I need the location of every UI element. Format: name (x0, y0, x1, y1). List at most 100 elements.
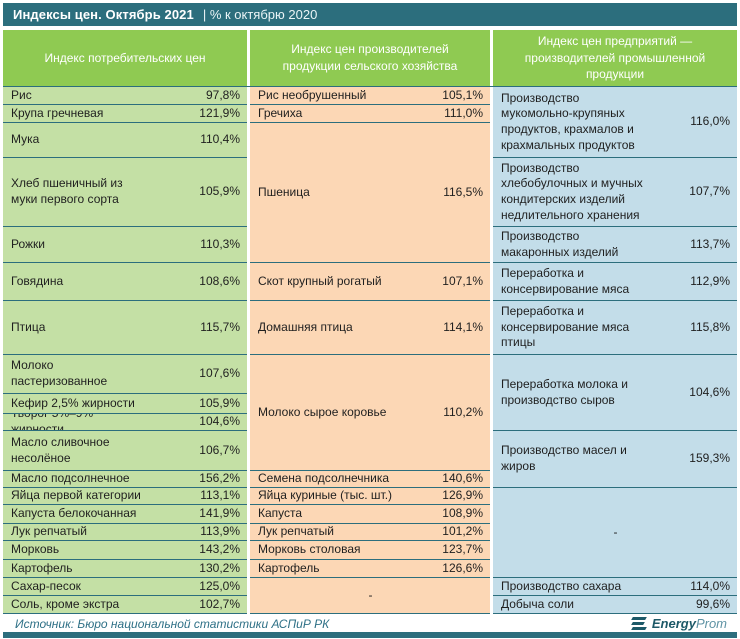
cell-label: Капуста белокочанная (11, 506, 136, 522)
table-cell: Производство мукомольно-крупяных продукт… (493, 87, 737, 158)
cell-value: 107,6% (199, 366, 240, 382)
cell-label: Переработка и консервирование мяса (501, 266, 643, 297)
table-cell: Картофель 126,6% (250, 560, 490, 578)
cell-label: Рис (11, 88, 32, 104)
cell-value: 101,2% (442, 524, 483, 540)
cell-label: Хлеб пшеничный из муки первого сорта (11, 176, 143, 207)
cell-label: Масло подсолнечное (11, 471, 130, 487)
cell-value: 126,6% (442, 561, 483, 577)
energyprom-logo-icon (632, 617, 647, 630)
cell-value: 114,1% (443, 320, 483, 336)
table-cell: Переработка и консервирование мяса птицы… (493, 301, 737, 355)
table-cell: - (493, 488, 737, 578)
energyprom-logo-text: EnergyProm (652, 616, 727, 631)
cell-label: Пшеница (258, 185, 310, 201)
cell-label: Производство сахара (501, 579, 621, 595)
cell-value: 97,8% (206, 88, 240, 104)
source-text: Источник: Бюро национальной статистики А… (15, 617, 329, 631)
table-cell: Лук репчатый 113,9% (3, 524, 247, 541)
cell-label: Соль, кроме экстра (11, 597, 119, 613)
cell-label: Творог 5%–9% жирности (11, 414, 143, 431)
cell-label: Молоко пастеризованное (11, 358, 143, 389)
infographic-page: Индексы цен. Октябрь 2021 | % к октябрю … (0, 0, 740, 639)
table-cell: Капуста108,9% (250, 505, 490, 524)
cell-label: Домашняя птица (258, 320, 353, 336)
cell-label: Яйца куриные (тыс. шт.) (258, 488, 392, 504)
table-cell: Лук репчатый 101,2% (250, 524, 490, 541)
cell-label: Производство мукомольно-крупяных продукт… (501, 91, 643, 153)
cell-label: Морковь столовая (258, 542, 361, 558)
cell-value: 125,0% (199, 579, 240, 595)
table-cell: Скот крупный рогатый107,1% (250, 263, 490, 301)
cell-value: 156,2% (199, 471, 240, 487)
cell-value: 141,9% (199, 506, 240, 522)
cell-label: Переработка молока и производство сыров (501, 377, 643, 408)
cell-label: - (369, 588, 373, 604)
table-cell: Соль, кроме экстра 102,7% (3, 596, 247, 614)
table-cell: Домашняя птица 114,1% (250, 301, 490, 355)
table-cell: Морковь столовая 123,7% (250, 541, 490, 560)
cell-label: Морковь (11, 542, 59, 558)
table-cell: Переработка молока и производство сыров1… (493, 355, 737, 431)
cell-label: Лук репчатый (11, 524, 87, 540)
table-cell: Говядина108,6% (3, 263, 247, 301)
cell-value: 110,2% (443, 405, 483, 421)
table-cell: Птица115,7% (3, 301, 247, 355)
cell-value: 105,1% (442, 88, 483, 104)
cell-value: 104,6% (199, 414, 240, 430)
cell-value: 99,6% (696, 597, 730, 613)
table-cell: Переработка и консервирование мяса 112,9% (493, 263, 737, 301)
cell-label: Лук репчатый (258, 524, 334, 540)
table-cell: Молоко сырое коровье 110,2% (250, 355, 490, 471)
cell-label: Переработка и консервирование мяса птицы (501, 304, 643, 351)
cell-value: 121,9% (199, 106, 240, 122)
cell-value: 113,7% (690, 237, 730, 253)
table-cell: Добыча соли 99,6% (493, 596, 737, 614)
cell-label: Кефир 2,5% жирности (11, 396, 135, 412)
column-header-agricultural-producer-price-index: Индекс цен производителей продукции сель… (250, 30, 490, 86)
cell-label: Производство хлебобулочных и мучных конд… (501, 161, 643, 223)
cell-label: Молоко сырое коровье (258, 405, 386, 421)
cell-label: Семена подсолнечника (258, 471, 389, 487)
cell-value: 108,6% (199, 274, 240, 290)
logo-text-bold: Energy (652, 616, 696, 631)
energyprom-logo: EnergyProm (632, 616, 727, 631)
cell-label: Рис необрушенный (258, 88, 366, 104)
table-cell: Морковь 143,2% (3, 541, 247, 560)
cell-value: 110,3% (200, 237, 240, 253)
cell-value: 113,9% (200, 524, 240, 540)
footer: Источник: Бюро национальной статистики А… (3, 614, 737, 632)
cell-value: 159,3% (689, 451, 730, 467)
table-cell: Рис 97,8% (3, 87, 247, 105)
table-cell: Масло сливочное несолёное106,7% (3, 431, 247, 471)
table-cell: Кефир 2,5% жирности 105,9% (3, 394, 247, 414)
cell-label: Производство макаронных изделий (501, 229, 643, 260)
cell-label: Производство масел и жиров (501, 443, 643, 474)
page-title: Индексы цен. Октябрь 2021 (13, 7, 194, 22)
table-cell: Пшеница 116,5% (250, 123, 490, 263)
cell-label: Добыча соли (501, 597, 574, 613)
cell-value: 114,0% (690, 579, 730, 595)
bottom-accent-bar (3, 632, 737, 638)
cell-label: Яйца первой категории (11, 488, 141, 504)
table-cell: Производство хлебобулочных и мучных конд… (493, 158, 737, 227)
cell-label: - (614, 525, 618, 541)
cell-value: 116,5% (443, 185, 483, 201)
cell-value: 116,0% (690, 114, 730, 130)
table-cell: Яйца первой категории 113,1% (3, 488, 247, 505)
logo-text-light: Prom (696, 616, 727, 631)
cell-value: 112,9% (690, 274, 730, 290)
table-body: Рис97,8%Крупа гречневая121,9%Мука110,4%Х… (3, 86, 737, 614)
cell-value: 123,7% (442, 542, 483, 558)
table-cell: Семена подсолнечника140,6% (250, 471, 490, 488)
column-header-consumer-price-index: Индекс потребительских цен (3, 30, 247, 86)
table-cell: Сахар-песок125,0% (3, 578, 247, 596)
cell-value: 102,7% (199, 597, 240, 613)
cell-label: Скот крупный рогатый (258, 274, 382, 290)
table-cell: Рожки110,3% (3, 227, 247, 263)
cell-label: Картофель (258, 561, 320, 577)
cell-value: 105,9% (199, 396, 240, 412)
cell-value: 113,1% (200, 488, 240, 504)
page-subtitle: | % к октябрю 2020 (203, 7, 317, 22)
cell-value: 143,2% (199, 542, 240, 558)
